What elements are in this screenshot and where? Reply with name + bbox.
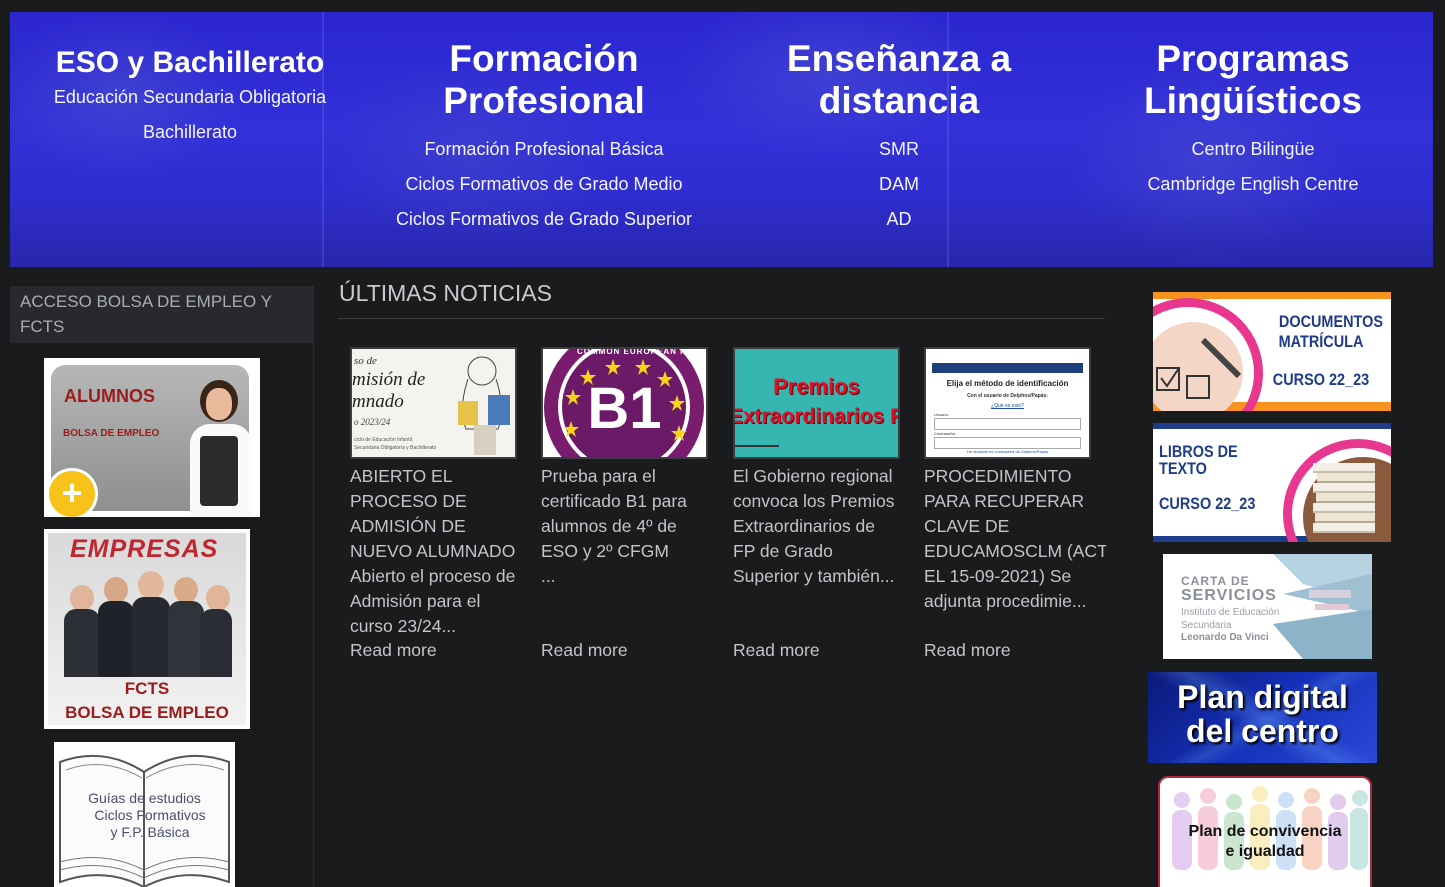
guias-line-3: y F.P. Básica [110,824,190,840]
premios-title: Premios [773,374,860,399]
left-sidebar-heading: ACCESO BOLSA DE EMPLEO Y FCTS [10,286,313,343]
guias-line-2: Ciclos Formativos [94,807,206,823]
libros-title: LIBROS DE [1159,442,1238,461]
business-people-photo [64,571,232,677]
banner-link-smr[interactable]: SMR [754,132,1044,167]
plan-convivencia-banner[interactable]: Plan de convivencia e igualdad [1158,776,1372,887]
banner-link-fp-0[interactable]: Formación Profesional Básica [384,132,704,167]
banner-link-ad[interactable]: AD [754,202,1044,237]
libros-de-texto-banner[interactable]: LIBROS DE TEXTO CURSO 22_23 [1153,423,1391,542]
alumnos-title: ALUMNOS [64,386,155,406]
documentos-curso: CURSO 22_23 [1272,370,1370,389]
news-card: Premios Extraordinarios F. El Gobierno r… [733,347,908,660]
news-summary-educamos[interactable]: PROCEDIMIENTO PARA RECUPERAR CLAVE DE ED… [924,464,1106,614]
banner-title-fp[interactable]: Formación Profesional [434,38,654,122]
matricula-title: MATRÍCULA [1278,332,1364,351]
banner-link-fp-1[interactable]: Ciclos Formativos de Grado Medio [384,167,704,202]
plan-digital-line-2: del centro [1186,713,1339,749]
news-card: Elija el método de identificación Con el… [924,347,1106,660]
banner-col-linguisticos: Programas Lingüísticos Centro Bilingüe C… [1108,38,1398,202]
plus-icon: + [46,468,98,517]
checkbox-icon [1156,337,1242,399]
banner-link-fp-2[interactable]: Ciclos Formativos de Grado Superior [384,202,704,237]
empresas-fcts-banner[interactable]: EMPRESAS FCTS BOLSA DE EMPLEO [44,529,250,729]
libros-curso: CURSO 22_23 [1159,494,1256,513]
news-divider [338,318,1105,319]
plan-digital-line-1: Plan digital [1177,679,1348,715]
usuario-field [934,418,1081,430]
empresas-bolsa-label: BOLSA DE EMPLEO [65,703,229,722]
guias-line-1: Guías de estudios [88,790,201,806]
texto-title: TEXTO [1159,459,1207,478]
read-more-link-admision[interactable]: Read more [350,640,437,661]
documentos-title: DOCUMENTOS [1278,312,1383,331]
empresas-title: EMPRESAS [70,535,219,563]
contrasena-field [934,437,1081,449]
banner-link-eso-0[interactable]: Educación Secundaria Obligatoria [40,80,340,115]
news-section-title: ÚLTIMAS NOTICIAS [339,280,552,306]
read-more-link-educamos[interactable]: Read more [924,640,1011,661]
alumnos-subtitle: BOLSA DE EMPLEO [63,428,160,439]
news-summary-premios[interactable]: El Gobierno regional convoca los Premios… [733,464,905,589]
alumnos-bolsa-empleo-banner[interactable]: ALUMNOS BOLSA DE EMPLEO + [44,358,260,517]
b1-ring-text: COMMON EUROPEAN FRAMEWORK OF REFERENCE [577,347,687,356]
read-more-link-b1[interactable]: Read more [541,640,628,661]
news-card: B1 COMMON EUROPEAN FRAMEWORK OF REFERENC… [541,347,716,660]
banner-col-fp: Formación Profesional Formación Profesio… [384,38,704,237]
plan-convivencia-line-1: Plan de convivencia [1188,823,1342,840]
banner-link-cambridge[interactable]: Cambridge English Centre [1108,167,1398,202]
guias-estudios-banner[interactable]: Guías de estudios Ciclos Formativos y F.… [54,742,235,887]
student-photo [186,376,256,516]
empresas-fcts-label: FCTS [124,679,170,698]
banner-title-distancia[interactable]: Enseñanza a distancia [774,38,1024,122]
banner-col-eso: ESO y Bachillerato Educación Secundaria … [40,42,340,150]
carta-de-servicios-banner[interactable]: CARTA DE SERVICIOS Instituto de Educació… [1163,554,1372,659]
documentos-matricula-banner[interactable]: DOCUMENTOS MATRÍCULA CURSO 22_23 [1153,292,1391,411]
carta-title: CARTA DE [1181,574,1250,588]
girl-illustration-icon [458,356,510,455]
servicios-title: SERVICIOS [1181,587,1277,604]
b1-label: B1 [587,376,662,441]
hero-banner: ESO y Bachillerato Educación Secundaria … [10,12,1433,267]
news-thumbnail-educamos[interactable]: Elija el método de identificación Con el… [924,347,1091,459]
premios-subtitle: Extraordinarios F. [733,405,900,428]
banner-link-bilingue[interactable]: Centro Bilingüe [1108,132,1398,167]
news-card: so de misión de mnado o 2023/24 ciclo de… [350,347,525,660]
banner-title-eso[interactable]: ESO y Bachillerato [40,42,340,84]
banner-title-linguisticos[interactable]: Programas Lingüísticos [1133,38,1373,122]
news-thumbnail-admision[interactable]: so de misión de mnado o 2023/24 ciclo de… [350,347,517,459]
read-more-link-premios[interactable]: Read more [733,640,820,661]
news-thumbnail-b1[interactable]: B1 COMMON EUROPEAN FRAMEWORK OF REFERENC… [541,347,708,459]
banner-link-dam[interactable]: DAM [754,167,1044,202]
news-summary-b1[interactable]: Prueba para el certificado B1 para alumn… [541,464,713,589]
banner-link-eso-1[interactable]: Bachillerato [40,115,340,150]
news-summary-admision[interactable]: ABIERTO EL PROCESO DE ADMISIÓN DE NUEVO … [350,464,522,639]
news-thumbnail-premios[interactable]: Premios Extraordinarios F. [733,347,900,459]
plan-digital-banner[interactable]: Plan digital del centro [1148,672,1377,763]
plan-convivencia-line-2: e igualdad [1225,843,1305,860]
banner-col-distancia: Enseñanza a distancia SMR DAM AD [754,38,1044,237]
stack-of-books-icon [1313,463,1375,539]
